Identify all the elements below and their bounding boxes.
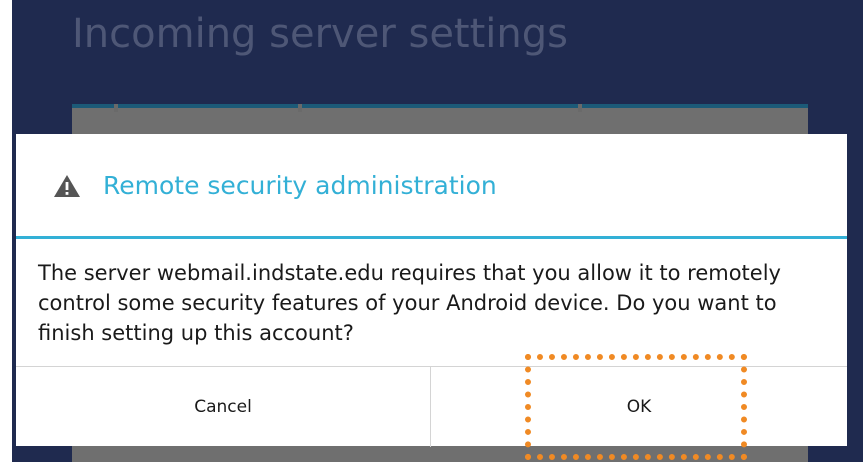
background-tab-strip	[72, 104, 808, 108]
background-tab-divider	[578, 104, 582, 112]
dialog-title: Remote security administration	[103, 171, 497, 200]
ok-button[interactable]: OK	[431, 367, 847, 447]
warning-triangle-icon	[54, 175, 80, 197]
dialog-header: Remote security administration	[16, 134, 847, 236]
background-tab-divider	[298, 104, 302, 112]
remote-security-dialog: Remote security administration The serve…	[16, 134, 847, 447]
dialog-button-bar: Cancel OK	[16, 366, 847, 447]
dialog-message: The server webmail.indstate.edu requires…	[38, 261, 781, 345]
cancel-button[interactable]: Cancel	[16, 367, 430, 447]
background-tab-divider	[114, 104, 118, 112]
title-divider	[16, 236, 847, 239]
background-screen-title: Incoming server settings	[72, 11, 568, 57]
